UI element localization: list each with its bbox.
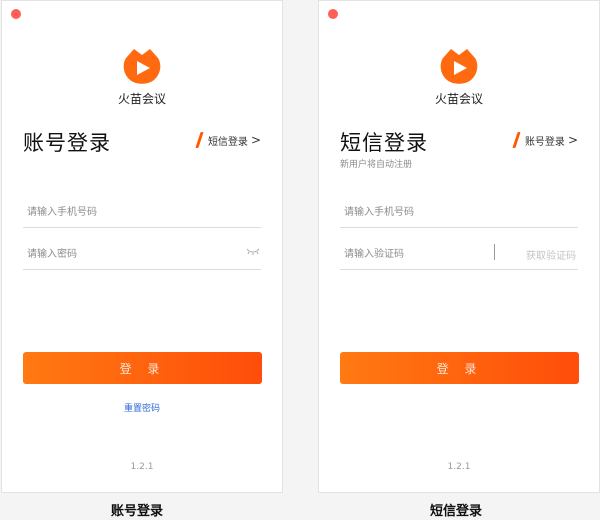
switch-to-account-login-link[interactable]: 账号登录 >	[512, 132, 578, 148]
phone-field	[340, 194, 578, 228]
window-close-dot[interactable]	[328, 9, 338, 19]
window-close-dot[interactable]	[11, 9, 21, 19]
sms-login-caption: 短信登录	[430, 504, 483, 519]
page-title: 短信登录	[340, 131, 428, 155]
verification-code-input[interactable]	[344, 244, 484, 264]
app-name: 火苗会议	[434, 92, 483, 106]
flame-play-icon	[440, 49, 478, 84]
accent-slash	[195, 132, 204, 148]
auto-register-note: 新用户将自动注册	[340, 160, 413, 170]
switch-to-sms-login-link[interactable]: 短信登录 >	[195, 132, 261, 148]
password-field	[23, 236, 261, 270]
eye-closed-icon[interactable]	[245, 244, 261, 258]
screenshot-stage: 火苗会议 账号登录 短信登录 > 登 录 重置密码 1.2.1	[0, 0, 600, 520]
get-code-button[interactable]: 获取验证码	[526, 247, 576, 262]
reset-password-link[interactable]: 重置密码	[2, 401, 282, 414]
phone-input[interactable]	[344, 202, 544, 222]
flame-play-icon	[123, 49, 161, 84]
login-button[interactable]: 登 录	[340, 352, 579, 384]
version-label: 1.2.1	[130, 462, 154, 472]
phone-input[interactable]	[27, 202, 227, 222]
account-login-caption: 账号登录	[111, 504, 164, 519]
phone-field	[23, 194, 261, 228]
version-label: 1.2.1	[447, 462, 471, 472]
verification-code-field: 获取验证码	[340, 236, 578, 270]
login-button[interactable]: 登 录	[23, 352, 262, 384]
page-title: 账号登录	[23, 131, 111, 155]
sms-login-window: 火苗会议 短信登录 新用户将自动注册 账号登录 > 获取验证码 登 录 1.2.…	[318, 0, 600, 493]
switch-label: 短信登录	[207, 136, 248, 148]
app-name: 火苗会议	[117, 92, 166, 106]
account-login-window: 火苗会议 账号登录 短信登录 > 登 录 重置密码 1.2.1	[1, 0, 283, 493]
chevron-right-icon: >	[567, 133, 578, 147]
chevron-right-icon: >	[250, 133, 261, 147]
accent-slash	[512, 132, 521, 148]
field-divider	[494, 244, 495, 260]
password-input[interactable]	[27, 244, 227, 264]
switch-label: 账号登录	[524, 136, 565, 148]
